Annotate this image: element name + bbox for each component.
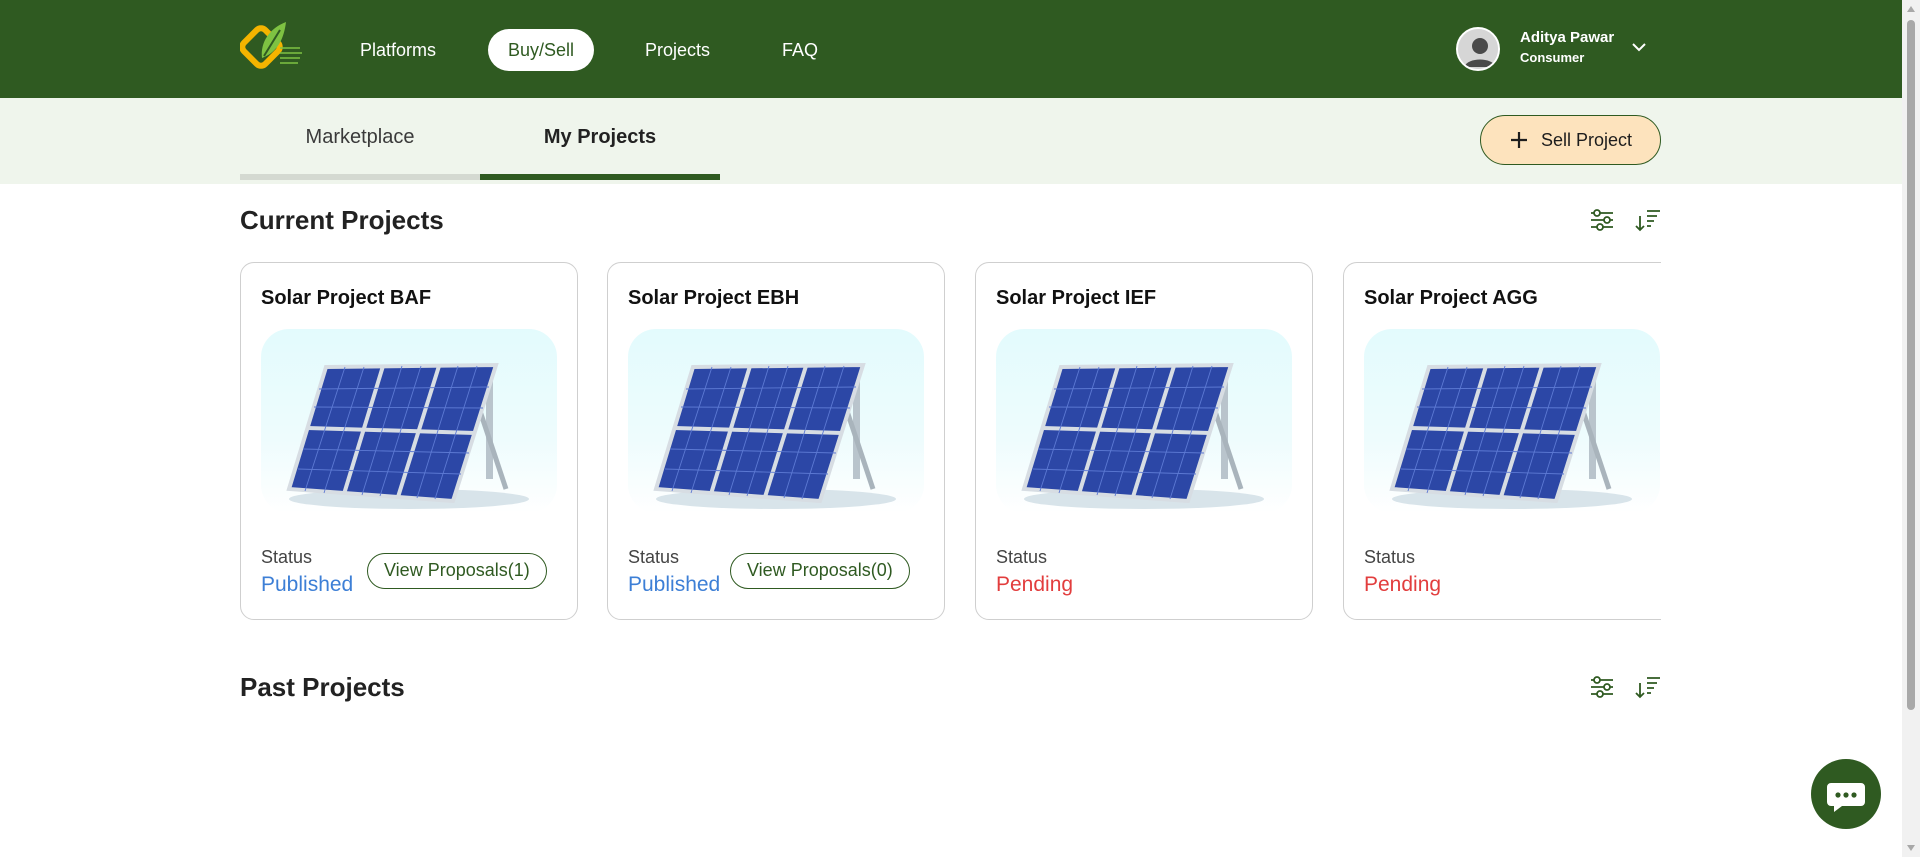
status-value: Published [628, 573, 721, 596]
current-projects-title: Current Projects [240, 205, 444, 235]
avatar-icon[interactable] [1456, 27, 1500, 71]
project-card[interactable]: Solar Project IEF Status Pending [975, 262, 1313, 620]
scroll-down-arrow[interactable] [1907, 845, 1915, 851]
status-value: Pending [996, 573, 1074, 596]
current-projects-list: Solar Project BAF Status Published View … [240, 262, 1661, 622]
project-card[interactable]: Solar Project EBH Status Published View … [607, 262, 945, 620]
project-name: Solar Project IEF [996, 287, 1157, 309]
nav-buy-sell[interactable]: Buy/Sell [488, 29, 595, 71]
top-navigation-bar: Platforms Buy/Sell Projects FAQ Aditya P… [0, 0, 1902, 98]
scroll-thumb[interactable] [1907, 20, 1915, 710]
project-name: Solar Project BAF [261, 287, 432, 309]
brand-logo[interactable] [240, 18, 316, 80]
status-label: Status [1364, 547, 1416, 567]
view-proposals-button[interactable]: View Proposals(1) [367, 553, 547, 589]
project-card[interactable]: Solar Project BAF Status Published View … [240, 262, 578, 620]
sell-project-button[interactable]: Sell Project [1480, 115, 1661, 165]
project-card[interactable]: Solar Project AGG Status Pending [1343, 262, 1661, 620]
plus-icon [1510, 132, 1527, 148]
sort-icon[interactable] [1634, 673, 1662, 701]
tab-my-projects-label: My Projects [543, 126, 657, 148]
user-name: Aditya Pawar [1520, 29, 1615, 46]
chevron-down-icon[interactable] [1630, 38, 1648, 56]
solar-panel-image [1364, 329, 1660, 513]
nav-faq[interactable]: FAQ [782, 29, 818, 71]
project-name: Solar Project AGG [1364, 287, 1538, 309]
status-label: Status [261, 547, 313, 567]
status-label: Status [628, 547, 680, 567]
solar-panel-image [996, 329, 1292, 513]
chat-button[interactable] [1811, 759, 1881, 829]
solar-panel-image [261, 329, 557, 513]
tab-my-projects[interactable]: My Projects [480, 98, 720, 180]
filter-icon[interactable] [1588, 673, 1616, 701]
tab-marketplace[interactable]: Marketplace [240, 98, 480, 180]
solar-panel-image [628, 329, 924, 513]
chat-icon [1827, 783, 1865, 812]
past-projects-title: Past Projects [240, 672, 405, 702]
sort-icon[interactable] [1634, 206, 1662, 234]
tab-marketplace-label: Marketplace [305, 126, 415, 148]
tab-strip: Marketplace My Projects Sell Project [0, 98, 1902, 184]
status-value: Published [261, 573, 354, 596]
view-proposals-button[interactable]: View Proposals(0) [730, 553, 910, 589]
status-value: Pending [1364, 573, 1442, 596]
project-name: Solar Project EBH [628, 287, 800, 309]
nav-platforms[interactable]: Platforms [360, 29, 436, 71]
scroll-up-arrow[interactable] [1907, 6, 1915, 12]
tab-underline-active [480, 174, 720, 180]
nav-projects[interactable]: Projects [645, 29, 710, 71]
user-role: Consumer [1520, 50, 1585, 65]
sell-project-label: Sell Project [1540, 129, 1633, 150]
page-scrollbar[interactable] [1902, 0, 1920, 857]
status-label: Status [996, 547, 1048, 567]
tab-underline [240, 174, 480, 180]
filter-icon[interactable] [1588, 206, 1616, 234]
